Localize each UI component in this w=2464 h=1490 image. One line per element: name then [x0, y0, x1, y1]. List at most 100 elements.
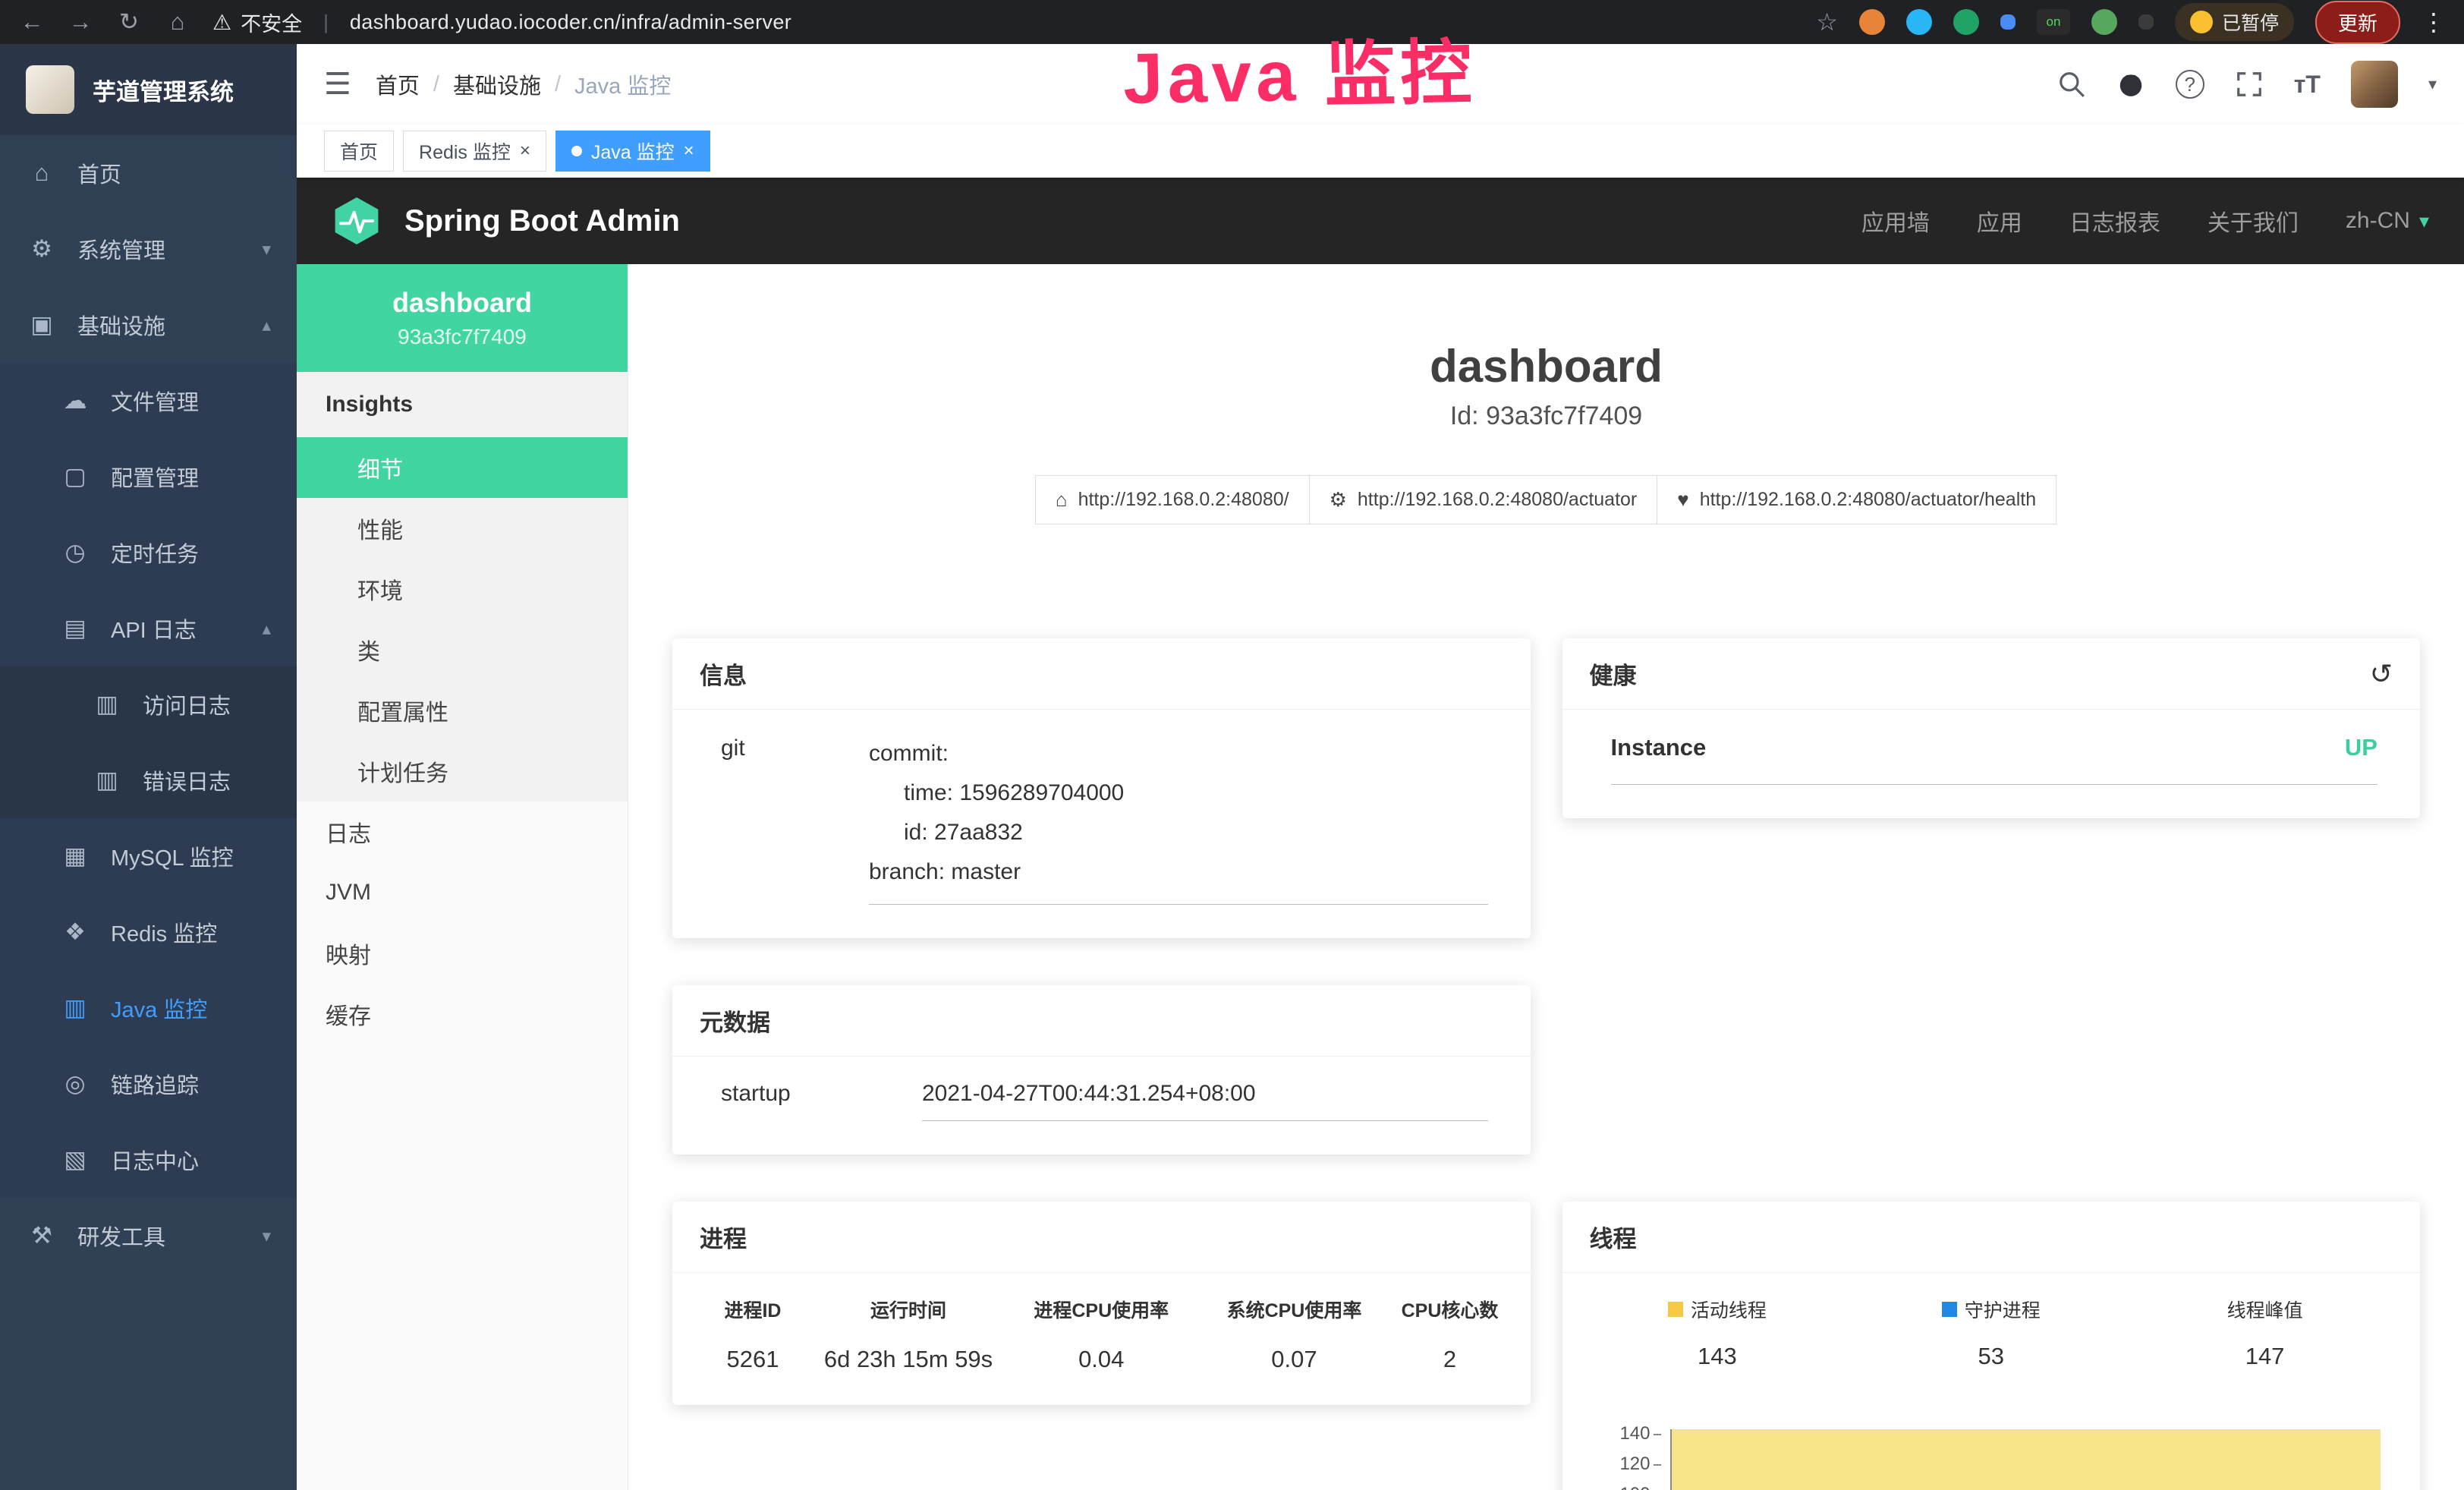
hamburger-icon[interactable]: ☰: [324, 67, 351, 102]
sidebar-item-label: 错误日志: [143, 764, 271, 796]
breadcrumb-infra[interactable]: 基础设施: [453, 68, 541, 100]
health-instance-label[interactable]: Instance: [1611, 734, 1707, 761]
tag-tabs-bar: 首页 Redis 监控 × Java 监控 ×: [297, 124, 2464, 178]
close-icon[interactable]: ×: [684, 140, 694, 162]
health-url-button[interactable]: ♥ http://192.168.0.2:48080/actuator/heal…: [1657, 475, 2056, 524]
back-button[interactable]: ←: [18, 8, 46, 36]
breadcrumb-home[interactable]: 首页: [376, 68, 420, 100]
sba-title[interactable]: Spring Boot Admin: [404, 204, 680, 238]
sba-item-logs[interactable]: 日志: [297, 802, 628, 862]
sidebar-item-label: 系统管理: [77, 233, 242, 265]
legend-label: 守护进程: [1965, 1296, 2041, 1323]
sba-item-jvm[interactable]: JVM: [297, 862, 628, 923]
process-pid: 5261: [691, 1346, 815, 1373]
legend-peak-threads: 线程峰值: [2128, 1296, 2402, 1323]
peak-threads-value: 147: [2128, 1343, 2402, 1370]
url-text[interactable]: dashboard.yudao.iocoder.cn/infra/admin-s…: [350, 11, 791, 34]
sba-item-caches[interactable]: 缓存: [297, 984, 628, 1044]
sidebar-item-api-log[interactable]: ▤ API 日志 ▴: [0, 591, 297, 666]
browser-menu-icon[interactable]: ⋮: [2422, 8, 2446, 36]
sba-item-details[interactable]: 细节: [297, 437, 628, 498]
sba-main: dashboard Id: 93a3fc7f7409 ⌂ http://192.…: [628, 264, 2464, 1490]
card-title: 元数据: [700, 1003, 770, 1038]
y-tick: 100: [1591, 1484, 1661, 1490]
browser-home-button[interactable]: ⌂: [164, 8, 191, 36]
sidebar-item-error-log[interactable]: ▥ 错误日志: [0, 742, 297, 818]
sba-locale-select[interactable]: zh-CN ▾: [2346, 208, 2429, 234]
extension-icon-6[interactable]: [2138, 14, 2154, 30]
sidebar-item-redis[interactable]: ❖ Redis 监控: [0, 894, 297, 970]
git-commit-id: id: 27aa832: [869, 813, 1488, 852]
history-icon[interactable]: ↺: [2370, 658, 2393, 690]
sba-nav-about[interactable]: 关于我们: [2208, 204, 2299, 238]
sidebar-item-label: MySQL 监控: [111, 840, 271, 872]
sidebar-item-access-log[interactable]: ▥ 访问日志: [0, 666, 297, 742]
sidebar-item-file[interactable]: ☁ 文件管理: [0, 363, 297, 439]
sidebar-item-config[interactable]: ▢ 配置管理: [0, 439, 297, 515]
breadcrumb-current: Java 监控: [574, 68, 671, 100]
sba-nav-journal[interactable]: 日志报表: [2069, 204, 2160, 238]
sba-item-mappings[interactable]: 映射: [297, 923, 628, 984]
cloud-icon: ☁: [59, 387, 91, 414]
extension-icon-1[interactable]: [1859, 9, 1885, 35]
tab-home[interactable]: 首页: [324, 131, 394, 172]
logo-image: [26, 65, 74, 114]
breadcrumb-separator: /: [433, 72, 439, 97]
card-title: 进程: [700, 1220, 747, 1254]
help-icon[interactable]: ?: [2176, 70, 2204, 99]
sidebar-item-java-monitor[interactable]: ▥ Java 监控: [0, 970, 297, 1046]
smiley-icon: [2190, 11, 2213, 33]
github-icon[interactable]: [2116, 70, 2145, 99]
extension-icon-3[interactable]: [1953, 9, 1979, 35]
sidebar-item-log-center[interactable]: ▧ 日志中心: [0, 1122, 297, 1198]
update-button[interactable]: 更新: [2315, 1, 2400, 44]
extension-icon-2[interactable]: [1906, 9, 1932, 35]
sba-sidebar: dashboard 93a3fc7f7409 Insights 细节 性能 环境…: [297, 264, 628, 1490]
fullscreen-icon[interactable]: [2235, 70, 2264, 99]
spring-boot-admin-logo-icon[interactable]: [332, 196, 382, 246]
site-security-indicator[interactable]: ⚠ 不安全: [212, 8, 302, 37]
warning-icon: ⚠: [212, 10, 231, 35]
sidebar-item-mysql[interactable]: ▦ MySQL 监控: [0, 818, 297, 894]
sba-item-metrics[interactable]: 性能: [297, 498, 628, 559]
sidebar-item-label: 基础设施: [77, 309, 242, 341]
tab-java-monitor[interactable]: Java 监控 ×: [555, 131, 710, 172]
sba-nav-applications[interactable]: 应用: [1977, 204, 2022, 238]
close-icon[interactable]: ×: [520, 140, 530, 162]
bookmark-star-icon[interactable]: ☆: [1816, 8, 1838, 36]
sidebar-item-system[interactable]: ⚙ 系统管理 ▾: [0, 211, 297, 287]
app-logo[interactable]: 芋道管理系统: [0, 44, 297, 135]
legend-blue-swatch-icon: [1942, 1302, 1957, 1317]
tab-label: 首页: [340, 137, 378, 165]
sidebar-item-infra[interactable]: ▣ 基础设施 ▴: [0, 287, 297, 363]
metadata-card: 元数据 startup 2021-04-27T00:44:31.254+08:0…: [672, 985, 1531, 1155]
font-size-icon[interactable]: тT: [2294, 71, 2321, 99]
reload-button[interactable]: ↻: [115, 8, 143, 36]
avatar-caret-icon[interactable]: ▾: [2428, 74, 2437, 94]
wrench-icon: ⚙: [1330, 488, 1347, 512]
sidebar-item-trace[interactable]: ◎ 链路追踪: [0, 1046, 297, 1122]
sba-item-config-props[interactable]: 配置属性: [297, 680, 628, 741]
live-threads-value: 143: [1581, 1343, 1855, 1370]
paused-badge[interactable]: 已暂停: [2175, 3, 2294, 41]
sidebar-item-devtools[interactable]: ⚒ 研发工具 ▾: [0, 1198, 297, 1274]
sba-nav-wallboard[interactable]: 应用墙: [1861, 204, 1930, 238]
tab-redis-monitor[interactable]: Redis 监控 ×: [403, 131, 546, 172]
extension-icon-5[interactable]: [2091, 9, 2117, 35]
sidebar-item-home[interactable]: ⌂ 首页: [0, 135, 297, 211]
service-url-label: http://192.168.0.2:48080/: [1078, 489, 1289, 511]
extension-on-icon[interactable]: on: [2037, 9, 2070, 35]
monitor-icon: ▣: [26, 311, 58, 339]
extension-icon-4[interactable]: [2000, 14, 2016, 30]
sidebar-item-label: Redis 监控: [111, 916, 271, 948]
sba-item-environment[interactable]: 环境: [297, 559, 628, 619]
sba-instance-header[interactable]: dashboard 93a3fc7f7409: [297, 264, 628, 372]
search-icon[interactable]: [2057, 70, 2086, 99]
avatar[interactable]: [2351, 61, 2398, 108]
sba-item-scheduled-tasks[interactable]: 计划任务: [297, 741, 628, 802]
sba-item-classes[interactable]: 类: [297, 619, 628, 680]
service-url-button[interactable]: ⌂ http://192.168.0.2:48080/: [1035, 475, 1310, 524]
actuator-url-button[interactable]: ⚙ http://192.168.0.2:48080/actuator: [1309, 475, 1658, 524]
forward-button[interactable]: →: [67, 8, 94, 36]
sidebar-item-job[interactable]: ◷ 定时任务: [0, 515, 297, 591]
